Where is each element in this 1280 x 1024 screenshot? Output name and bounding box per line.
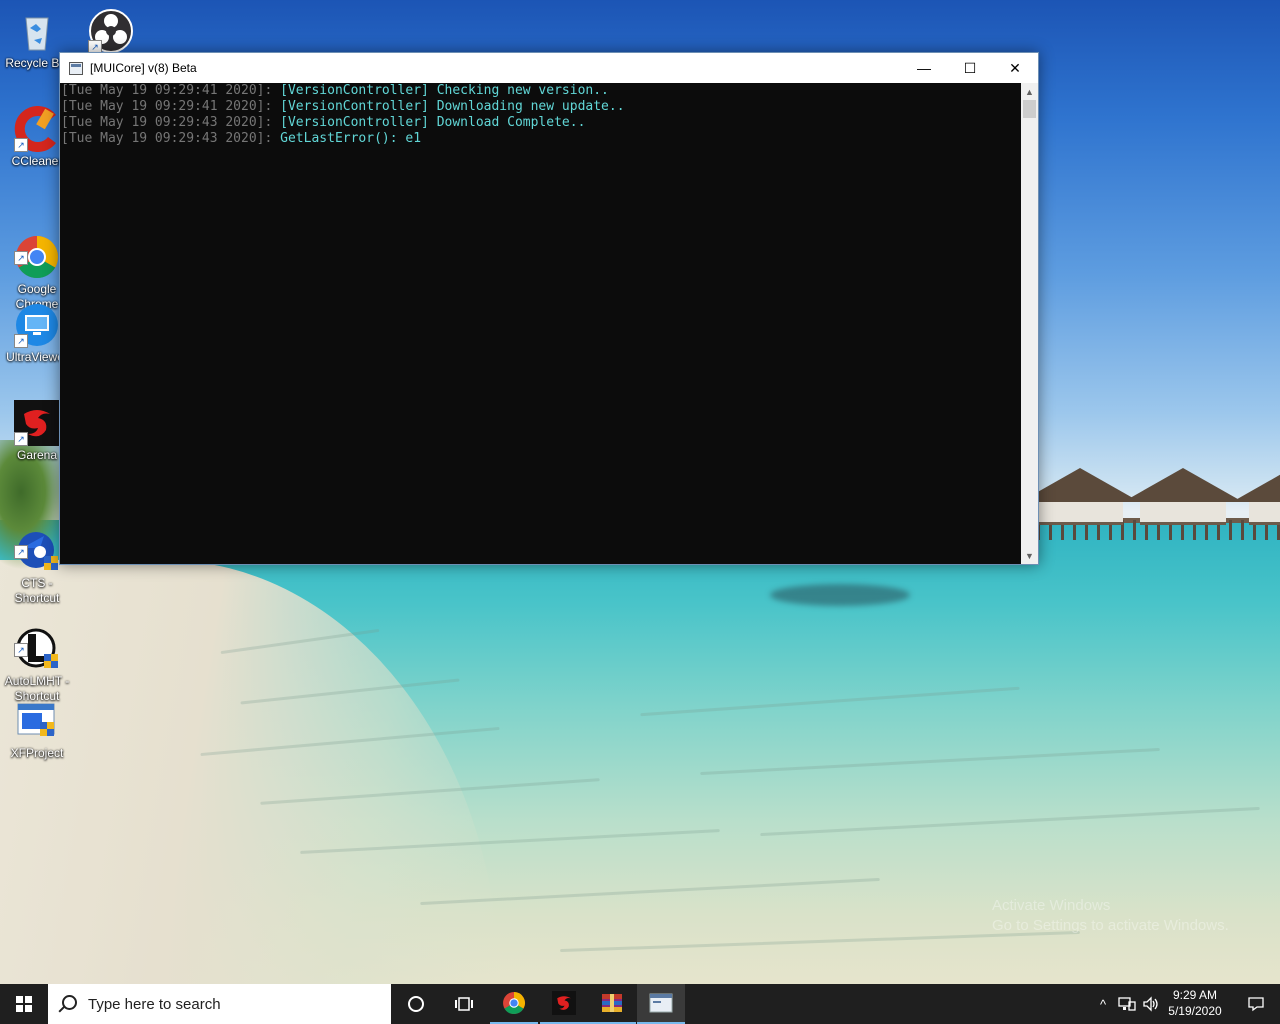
console-line: [Tue May 19 09:29:43 2020]: GetLastError… <box>60 131 1021 147</box>
activation-watermark: Activate Windows Go to Settings to activ… <box>992 896 1229 936</box>
wallpaper-bungalow <box>1123 468 1243 525</box>
clock-time: 9:29 AM <box>1172 988 1218 1002</box>
minimize-button[interactable]: — <box>901 53 947 83</box>
shortcut-arrow-icon: ↗ <box>14 545 28 559</box>
garena-icon: ↗ <box>14 400 60 446</box>
console-line: [Tue May 19 09:29:41 2020]: [VersionCont… <box>60 99 1021 115</box>
console-line: [Tue May 19 09:29:43 2020]: [VersionCont… <box>60 115 1021 131</box>
taskbar: Type here to search ^ 9:29 AM 5/19/2020 <box>0 984 1280 1024</box>
watermark-title: Activate Windows <box>992 897 1111 914</box>
search-icon <box>62 995 77 1010</box>
watermark-subtitle: Go to Settings to activate Windows. <box>992 917 1229 934</box>
search-placeholder: Type here to search <box>88 996 221 1013</box>
console-window[interactable]: [MUICore] v(8) Beta — ☐ ✕ [Tue May 19 09… <box>59 52 1039 565</box>
console-output[interactable]: [Tue May 19 09:29:41 2020]: [VersionCont… <box>60 83 1021 564</box>
taskbar-garena-icon[interactable] <box>540 984 588 1024</box>
volume-icon[interactable] <box>1140 984 1162 1024</box>
console-message: [VersionController] Checking new version… <box>280 83 609 98</box>
scroll-down-icon[interactable]: ▼ <box>1021 547 1038 564</box>
task-view-icon[interactable] <box>440 984 488 1024</box>
ccleaner-icon: ↗ <box>14 106 60 152</box>
console-timestamp: [Tue May 19 09:29:43 2020]: <box>61 131 281 146</box>
desktop-icon-obs[interactable]: ↗ <box>74 8 148 56</box>
close-button[interactable]: ✕ <box>992 53 1038 83</box>
window-titlebar[interactable]: [MUICore] v(8) Beta — ☐ ✕ <box>60 53 1038 83</box>
windows-logo-icon <box>16 996 32 1012</box>
shortcut-arrow-icon: ↗ <box>14 643 28 657</box>
xfproject-icon <box>14 698 60 744</box>
shortcut-arrow-icon: ↗ <box>14 251 28 265</box>
recycle-bin-icon <box>14 8 60 54</box>
cts-icon: ↗ <box>14 513 60 570</box>
ultraviewer-icon: ↗ <box>14 302 60 348</box>
obs-icon: ↗ <box>88 8 134 54</box>
console-message: [VersionController] Downloading new upda… <box>280 99 625 114</box>
console-timestamp: [Tue May 19 09:29:43 2020]: <box>61 115 281 130</box>
tray-chevron-icon[interactable]: ^ <box>1094 984 1112 1024</box>
clock-date: 5/19/2020 <box>1168 1004 1222 1018</box>
action-center-icon[interactable] <box>1232 984 1280 1024</box>
window-title: [MUICore] v(8) Beta <box>90 61 197 75</box>
wallpaper-reef <box>770 584 910 606</box>
taskbar-winrar-icon[interactable] <box>588 984 636 1024</box>
console-timestamp: [Tue May 19 09:29:41 2020]: <box>61 83 281 98</box>
cortana-icon[interactable] <box>392 984 440 1024</box>
shortcut-arrow-icon: ↗ <box>14 334 28 348</box>
console-app-icon <box>69 62 83 75</box>
shortcut-arrow-icon: ↗ <box>14 138 28 152</box>
desktop-icon-label: XFProject <box>10 746 64 760</box>
desktop-icon-xfproject[interactable]: XFProject <box>0 698 74 761</box>
taskbar-search-box[interactable]: Type here to search <box>48 984 391 1024</box>
scrollbar-thumb[interactable] <box>1023 100 1036 118</box>
console-message: [VersionController] Download Complete.. <box>280 115 586 130</box>
console-message: GetLastError(): e1 <box>280 131 422 146</box>
wallpaper-bungalow <box>1232 468 1280 525</box>
taskbar-console-app-icon[interactable] <box>637 984 685 1024</box>
console-timestamp: [Tue May 19 09:29:41 2020]: <box>61 99 281 114</box>
start-button[interactable] <box>0 984 48 1024</box>
scroll-up-icon[interactable]: ▲ <box>1021 83 1038 100</box>
taskbar-clock[interactable]: 9:29 AM 5/19/2020 <box>1160 987 1230 1019</box>
autolmht-icon: ↗ <box>14 611 60 668</box>
shortcut-arrow-icon: ↗ <box>14 432 28 446</box>
maximize-button[interactable]: ☐ <box>947 53 993 83</box>
chrome-icon: ↗ <box>14 219 60 279</box>
vertical-scrollbar[interactable]: ▲ ▼ <box>1021 83 1038 564</box>
network-icon[interactable] <box>1116 984 1138 1024</box>
console-line: [Tue May 19 09:29:41 2020]: [VersionCont… <box>60 83 1021 99</box>
taskbar-chrome-icon[interactable] <box>490 984 538 1024</box>
